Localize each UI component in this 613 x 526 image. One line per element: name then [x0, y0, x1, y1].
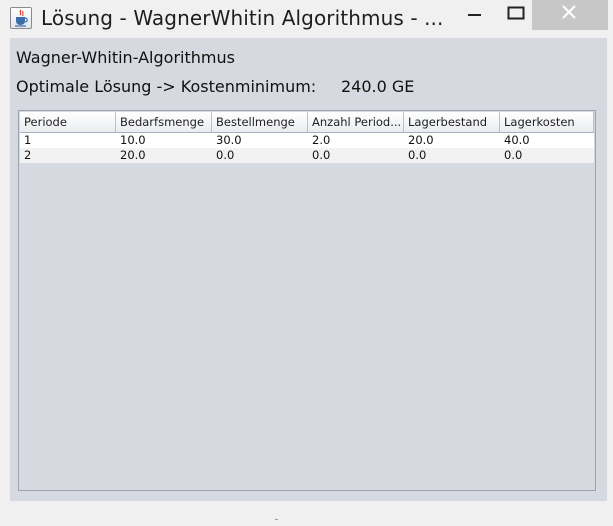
table-cell[interactable]: 2.0 — [308, 133, 404, 148]
algorithm-heading: Wagner-Whitin-Algorithmus — [16, 48, 235, 67]
table-row[interactable]: 2 20.0 0.0 0.0 0.0 0.0 — [20, 148, 594, 163]
java-cup-icon[interactable] — [10, 7, 32, 29]
close-icon — [562, 5, 576, 19]
window-title: Lösung - WagnerWhitin Algorithmus - ... — [41, 6, 444, 30]
table-cell[interactable]: 0.0 — [212, 148, 308, 163]
result-table-scrollpane[interactable]: Periode Bedarfsmenge Bestellmenge Anzahl… — [18, 110, 596, 491]
table-header: Periode Bedarfsmenge Bestellmenge Anzahl… — [20, 112, 594, 133]
column-header-bedarfsmenge[interactable]: Bedarfsmenge — [116, 112, 212, 132]
table-cell[interactable]: 20.0 — [404, 133, 500, 148]
resize-grip[interactable] — [275, 507, 278, 520]
table-cell[interactable]: 10.0 — [116, 133, 212, 148]
cost-minimum-label: Optimale Lösung -> Kostenminimum: — [16, 77, 317, 96]
table-row[interactable]: 1 10.0 30.0 2.0 20.0 40.0 — [20, 133, 594, 148]
table-cell[interactable]: 20.0 — [116, 148, 212, 163]
table-cell[interactable]: 2 — [20, 148, 116, 163]
column-header-anzahl-perioden[interactable]: Anzahl Period... — [308, 112, 404, 132]
table-cell[interactable]: 30.0 — [212, 133, 308, 148]
table-cell[interactable]: 0.0 — [404, 148, 500, 163]
table-cell[interactable]: 0.0 — [308, 148, 404, 163]
column-header-lagerbestand[interactable]: Lagerbestand — [404, 112, 500, 132]
title-bar[interactable]: Lösung - WagnerWhitin Algorithmus - ... — [0, 0, 613, 38]
result-table[interactable]: Periode Bedarfsmenge Bestellmenge Anzahl… — [20, 112, 594, 163]
table-cell[interactable]: 40.0 — [500, 133, 594, 148]
table-cell[interactable]: 0.0 — [500, 148, 594, 163]
column-header-lagerkosten[interactable]: Lagerkosten — [500, 112, 594, 132]
cost-minimum-value: 240.0 GE — [341, 77, 415, 96]
close-button[interactable] — [532, 0, 608, 30]
column-header-periode[interactable]: Periode — [20, 112, 116, 132]
dialog-content: Wagner-Whitin-Algorithmus Optimale Lösun… — [10, 38, 607, 501]
table-cell[interactable]: 1 — [20, 133, 116, 148]
column-header-bestellmenge[interactable]: Bestellmenge — [212, 112, 308, 132]
